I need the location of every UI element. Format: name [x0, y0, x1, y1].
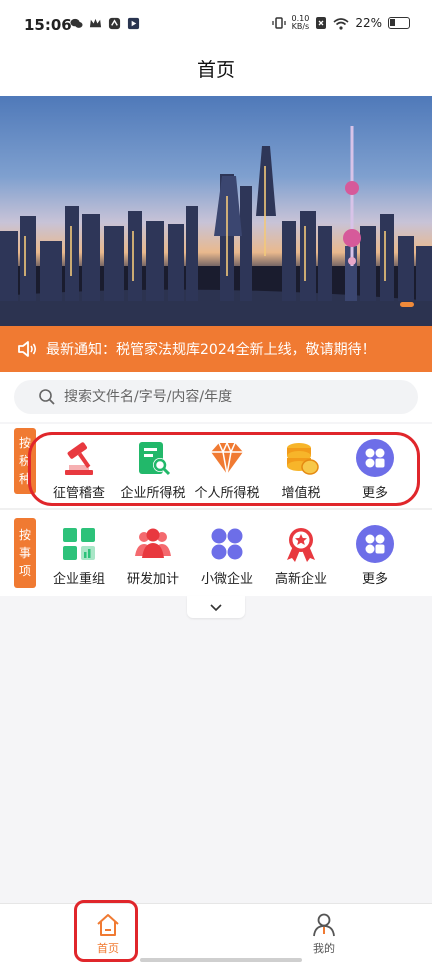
more-grid-icon [356, 525, 394, 563]
notice-text: 最新通知：税管家法规库2024全新上线，敬请期待！ [46, 342, 376, 358]
matter-row: 按 事 项 企业重组 研发加计 小微企业 高新企业 更多 [0, 510, 432, 596]
crown-icon [89, 18, 102, 28]
network-speed: 0.10 KB/s [291, 14, 310, 31]
category-high-tech[interactable]: 高新企业 [264, 510, 338, 596]
status-time: 15:06 [24, 16, 72, 34]
nav-me[interactable]: 我的 [284, 912, 364, 956]
banner-carousel[interactable] [0, 96, 432, 326]
search-icon [39, 389, 55, 405]
wifi-icon [333, 17, 349, 30]
sim-icon [316, 17, 327, 29]
four-dots-icon [211, 528, 243, 560]
chevron-down-icon [210, 603, 222, 611]
page-title: 首页 [196, 59, 235, 81]
category-more-matter[interactable]: 更多 [338, 510, 412, 596]
speaker-icon [18, 341, 37, 357]
vibrate-icon [271, 17, 286, 29]
search-input[interactable] [64, 389, 384, 405]
gesture-bar[interactable] [140, 958, 302, 962]
category-rd-deduction[interactable]: 研发加计 [116, 510, 190, 596]
status-bar: 15:06 0.10 KB/s 22% [0, 0, 432, 50]
grid-chart-icon [63, 528, 95, 560]
app-badge-icon [108, 17, 121, 30]
team-icon [135, 528, 171, 558]
notification-icons [70, 17, 140, 30]
user-icon [313, 913, 335, 937]
category-restructuring[interactable]: 企业重组 [42, 510, 116, 596]
highlight-tax-row [28, 432, 420, 506]
search-section [0, 372, 432, 422]
highlight-home-nav [74, 900, 138, 962]
category-small-micro[interactable]: 小微企业 [190, 510, 264, 596]
expand-button[interactable] [187, 596, 245, 618]
battery-icon [388, 17, 410, 29]
medal-icon [287, 528, 315, 562]
title-bar: 首页 [0, 50, 432, 96]
matter-tab[interactable]: 按 事 项 [14, 518, 36, 588]
bottom-nav: 首页 我的 [0, 903, 432, 964]
notice-bar[interactable]: 最新通知：税管家法规库2024全新上线，敬请期待！ [0, 326, 432, 372]
search-box[interactable] [14, 380, 418, 414]
battery-percent: 22% [355, 16, 382, 30]
city-skyline-image [0, 126, 432, 326]
status-right: 0.10 KB/s 22% [271, 14, 410, 31]
wechat-icon [70, 18, 83, 28]
carousel-indicator[interactable] [400, 302, 414, 307]
play-app-icon [127, 17, 140, 30]
